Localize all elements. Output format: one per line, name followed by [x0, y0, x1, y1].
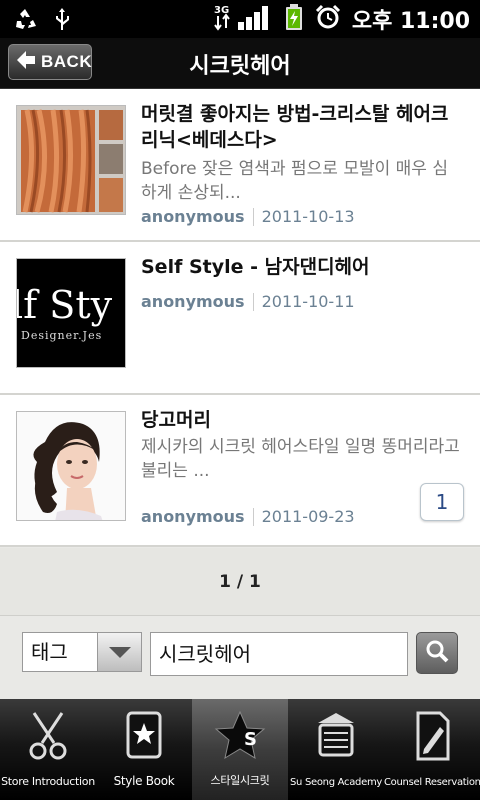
post-meta: anonymous 2011-10-11 — [141, 292, 355, 311]
search-icon — [424, 638, 450, 668]
list-item[interactable]: 당고머리 제시카의 시크릿 헤어스타일 일명 똥머리라고 불리는 ... ano… — [0, 395, 480, 547]
search-input[interactable]: 시크릿헤어 — [150, 632, 408, 676]
tab-label: Counsel Reservation — [384, 777, 480, 788]
network-type-label: 3G — [214, 5, 229, 16]
tab-counsel-reservation[interactable]: Counsel Reservation — [384, 699, 480, 800]
tab-store-introduction[interactable]: Store Introduction — [0, 699, 96, 800]
search-filter-value: 태그 — [31, 640, 68, 664]
status-bar: 3G 오후 11:00 — [0, 0, 480, 38]
post-excerpt: Before 잦은 염색과 펌으로 모발이 매우 심하게 손상되... — [141, 159, 448, 203]
recycle-icon — [12, 6, 38, 36]
post-list: 머릿결 좋아지는 방법-크리스탈 헤어크리닉<베데스다> Before 잦은 염… — [0, 89, 480, 547]
post-thumbnail — [16, 411, 126, 521]
tab-label: Store Introduction — [1, 775, 95, 788]
svg-text:S: S — [244, 729, 257, 750]
building-icon — [314, 709, 358, 763]
battery-charging-icon — [284, 3, 304, 35]
star-book-icon — [124, 709, 164, 763]
pencil-note-icon — [410, 709, 454, 763]
tab-style-book[interactable]: Style Book — [96, 699, 192, 800]
post-author: anonymous — [141, 507, 245, 526]
thumbnail-text: lf Sty — [16, 283, 113, 327]
bottom-tab-bar: Store Introduction Style Book S 스타일시크릿 S… — [0, 699, 480, 800]
signal-icon: 3G — [212, 2, 274, 36]
tab-label: Su Seong Academy — [290, 777, 382, 788]
tab-label: Style Book — [113, 774, 175, 788]
post-date: 2011-10-11 — [261, 292, 355, 311]
star-s-icon: S — [214, 709, 266, 763]
comment-count-badge[interactable]: 1 — [420, 483, 464, 521]
pagination: 1 / 1 — [0, 548, 480, 616]
alarm-clock-icon — [314, 3, 342, 35]
post-author: anonymous — [141, 207, 245, 226]
list-item[interactable]: 머릿결 좋아지는 방법-크리스탈 헤어크리닉<베데스다> Before 잦은 염… — [0, 89, 480, 242]
app-header: BACK 시크릿헤어 — [0, 38, 480, 89]
scissors-icon — [24, 709, 72, 763]
post-excerpt: 제시카의 시크릿 헤어스타일 일명 똥머리라고 불리는 ... — [141, 437, 460, 481]
search-filter-select[interactable]: 태그 — [22, 632, 142, 672]
tab-label: 스타일시크릿 — [210, 774, 270, 787]
post-author: anonymous — [141, 292, 245, 311]
page-title: 시크릿헤어 — [189, 54, 291, 79]
post-meta: anonymous 2011-10-13 — [141, 207, 355, 226]
post-thumbnail — [16, 105, 126, 215]
post-meta: anonymous 2011-09-23 — [141, 507, 355, 526]
post-title: Self Style - 남자댄디헤어 — [141, 256, 370, 278]
search-bar: 태그 시크릿헤어 — [0, 617, 480, 699]
post-title: 당고머리 — [141, 409, 211, 431]
meta-divider — [252, 292, 254, 311]
post-date: 2011-09-23 — [261, 507, 355, 526]
meta-divider — [252, 207, 254, 226]
search-button[interactable] — [416, 632, 458, 674]
post-thumbnail: lf Sty Designer.Jes — [16, 258, 126, 368]
meta-divider — [252, 507, 254, 526]
clock-time: 오후 11:00 — [351, 9, 470, 34]
usb-icon — [52, 6, 72, 36]
post-date: 2011-10-13 — [261, 207, 355, 226]
chevron-down-icon[interactable] — [97, 633, 141, 671]
tab-su-seong-academy[interactable]: Su Seong Academy — [288, 699, 384, 800]
post-title: 머릿결 좋아지는 방법-크리스탈 헤어크리닉<베데스다> — [141, 103, 449, 151]
thumbnail-subtext: Designer.Jes — [21, 329, 103, 342]
tab-style-secret[interactable]: S 스타일시크릿 — [192, 699, 288, 800]
list-item[interactable]: lf Sty Designer.Jes Self Style - 남자댄디헤어 … — [0, 242, 480, 395]
